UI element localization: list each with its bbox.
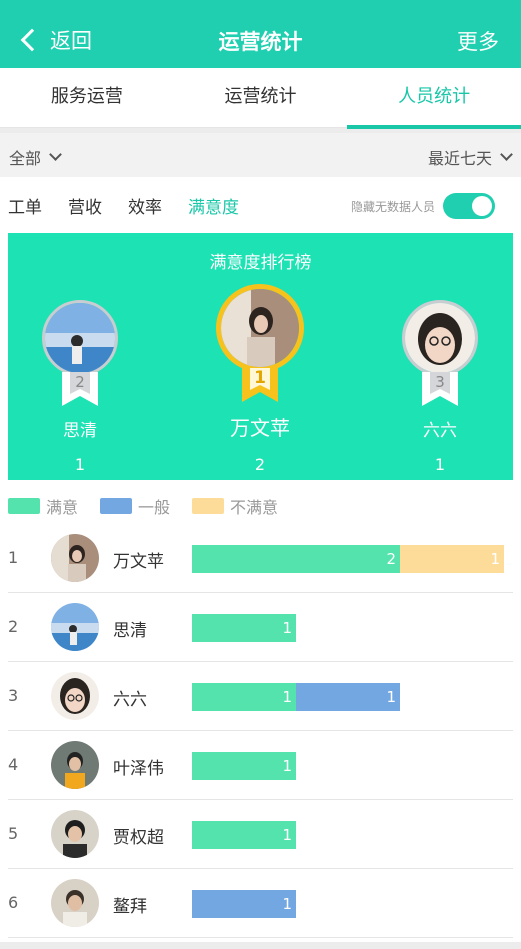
- rank-ribbon-bronze: 3: [422, 372, 458, 406]
- avatar: [42, 300, 118, 376]
- filter-bar: 全部 最近七天: [0, 133, 521, 177]
- legend-swatch: [100, 498, 133, 514]
- podium-second[interactable]: 2 思清 1: [42, 300, 118, 474]
- legend-label: 满意: [46, 498, 79, 517]
- podium-name: 万文苹: [230, 416, 290, 440]
- chart-legend: 满意 一般 不满意: [8, 494, 300, 518]
- podium-third[interactable]: 3 六六 1: [402, 300, 478, 474]
- rank-number: 2: [8, 617, 19, 636]
- list-item[interactable]: 6 鳌拜 1: [8, 869, 513, 938]
- page-title: 运营统计: [218, 30, 303, 54]
- tab-ops-stats[interactable]: 运营统计: [174, 68, 348, 127]
- stacked-bar: 21: [192, 545, 504, 573]
- legend-swatch: [192, 498, 225, 514]
- rank-number: 2: [75, 373, 85, 391]
- podium-name: 六六: [423, 421, 457, 441]
- satisfaction-leaderboard: 满意度排行榜 2 思清 1 1 万文苹 2 3 六六 1: [8, 233, 513, 480]
- rank-number: 6: [8, 893, 19, 912]
- legend-label: 一般: [138, 498, 171, 517]
- rank-ribbon-gold: 1: [242, 368, 278, 402]
- top-bar: 返回 运营统计 更多: [0, 0, 521, 68]
- stacked-bar: 1: [192, 752, 296, 780]
- subtab-satisfaction[interactable]: 满意度: [188, 193, 239, 218]
- podium-count: 1: [434, 455, 446, 474]
- scope-dropdown[interactable]: 全部: [9, 145, 62, 169]
- person-name: 万文苹: [113, 552, 164, 572]
- rank-number: 3: [8, 686, 19, 705]
- person-name: 贾权超: [113, 828, 164, 848]
- satisfied-segment: 1: [192, 821, 296, 849]
- legend-label: 不满意: [230, 498, 279, 517]
- subtab-efficiency[interactable]: 效率: [128, 193, 162, 218]
- person-name: 叶泽伟: [113, 759, 164, 779]
- stacked-bar: 11: [192, 683, 400, 711]
- podium-count: 2: [254, 455, 266, 474]
- more-button[interactable]: 更多: [457, 26, 499, 56]
- stacked-bar: 1: [192, 890, 296, 918]
- legend-item-neutral: 一般: [100, 494, 170, 518]
- neutral-segment: 1: [192, 890, 296, 918]
- stacked-bar: 1: [192, 821, 296, 849]
- rank-number: 1: [254, 368, 266, 388]
- rank-number: 5: [8, 824, 19, 843]
- satisfied-segment: 1: [192, 614, 296, 642]
- list-item[interactable]: 5 贾权超 1: [8, 800, 513, 869]
- neutral-segment: 1: [296, 683, 400, 711]
- chevron-down-icon: [49, 148, 62, 161]
- avatar: [51, 672, 99, 720]
- ranking-list: 1 万文苹 21 2 思清 1 3 六六 11 4 叶泽伟 1 5 贾权超 1 …: [0, 524, 521, 938]
- legend-item-satisfied: 满意: [8, 494, 78, 518]
- person-name: 鳌拜: [113, 897, 147, 917]
- chevron-down-icon: [500, 148, 513, 161]
- avatar: [51, 603, 99, 651]
- hide-no-data-label: 隐藏无数据人员: [350, 199, 435, 214]
- hide-no-data-toggle[interactable]: [443, 193, 495, 219]
- person-name: 思清: [113, 621, 147, 641]
- legend-item-unsatisfied: 不满意: [192, 494, 278, 518]
- tab-staff-stats[interactable]: 人员统计: [347, 68, 521, 129]
- rank-number: 1: [8, 548, 19, 567]
- leaderboard-title: 满意度排行榜: [209, 253, 312, 273]
- stats-panel: 工单 营收 效率 满意度 隐藏无数据人员 满意度排行榜 2 思清 1 1 万文苹…: [0, 177, 521, 942]
- subtab-revenue[interactable]: 营收: [68, 193, 102, 218]
- list-item[interactable]: 3 六六 11: [8, 662, 513, 731]
- list-item[interactable]: 4 叶泽伟 1: [8, 731, 513, 800]
- satisfied-segment: 1: [192, 683, 296, 711]
- satisfied-segment: 2: [192, 545, 400, 573]
- scope-label: 全部: [9, 149, 42, 168]
- podium-first[interactable]: 1 万文苹 2: [216, 284, 304, 474]
- stacked-bar: 1: [192, 614, 296, 642]
- subtab-workorder[interactable]: 工单: [8, 193, 42, 218]
- avatar: [51, 879, 99, 927]
- podium-name: 思清: [63, 421, 97, 441]
- rank-number: 4: [8, 755, 19, 774]
- avatar: [51, 534, 99, 582]
- person-name: 六六: [113, 690, 147, 710]
- avatar: [51, 810, 99, 858]
- avatar: [216, 284, 304, 372]
- hide-no-data-row: 隐藏无数据人员: [351, 193, 495, 219]
- legend-swatch: [8, 498, 40, 514]
- tab-service-ops[interactable]: 服务运营: [0, 68, 174, 127]
- avatar: [51, 741, 99, 789]
- unsatisfied-segment: 1: [400, 545, 504, 573]
- satisfied-segment: 1: [192, 752, 296, 780]
- range-dropdown[interactable]: 最近七天: [427, 145, 513, 169]
- avatar: [402, 300, 478, 376]
- list-item[interactable]: 1 万文苹 21: [8, 524, 513, 593]
- toggle-knob: [472, 196, 492, 216]
- list-item[interactable]: 2 思清 1: [8, 593, 513, 662]
- metric-tabs: 工单 营收 效率 满意度: [8, 193, 265, 218]
- range-label: 最近七天: [427, 149, 492, 168]
- rank-ribbon-silver: 2: [62, 372, 98, 406]
- rank-number: 3: [435, 373, 445, 391]
- podium-count: 1: [74, 455, 86, 474]
- main-tabs: 服务运营 运营统计 人员统计: [0, 68, 521, 129]
